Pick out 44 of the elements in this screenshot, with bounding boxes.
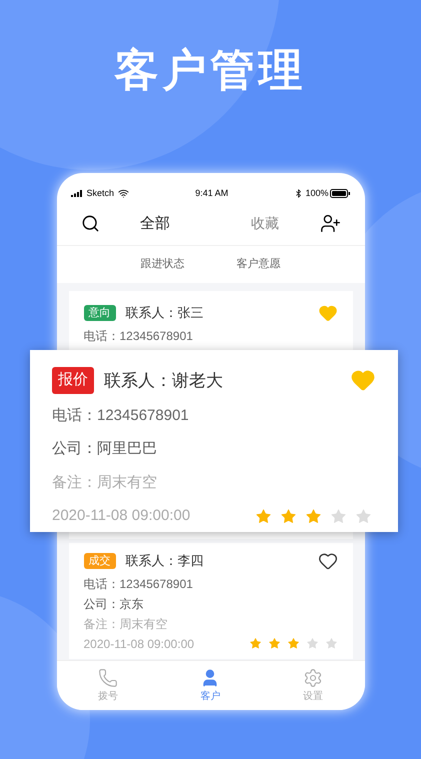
customer-card[interactable]: 成交 联系人：李四 电话：12345678901 公司：京东 备注：周末有空 2020-11-08 09:00:00 — [68, 542, 352, 658]
status-tag: 报价 — [52, 367, 94, 394]
battery-icon — [330, 189, 350, 198]
bluetooth-icon — [294, 189, 304, 198]
star-icon — [355, 508, 372, 525]
contact-name: 联系人：谢老大 — [104, 370, 223, 392]
star-icon — [305, 508, 322, 525]
favorite-icon[interactable] — [318, 550, 338, 570]
contact-name: 联系人：李四 — [126, 554, 204, 568]
note-text: 备注：周末有空 — [84, 616, 168, 630]
signal-icon — [70, 190, 82, 198]
star-icon — [255, 508, 272, 525]
phone-icon — [98, 668, 118, 688]
filter-button[interactable]: 跟进状态 — [140, 256, 184, 272]
star-icon — [286, 637, 300, 650]
date-time: 2020-11-08 09:00:00 — [84, 636, 194, 650]
note-text: 备注：周末有空 — [52, 472, 158, 492]
settings-icon — [303, 668, 324, 688]
contact-name: 联系人：张三 — [126, 306, 204, 320]
phone-text: 电话：12345678901 — [52, 406, 190, 426]
star-icon — [324, 637, 338, 650]
star-icon — [268, 637, 280, 650]
nav-item[interactable]: 客户 — [200, 668, 220, 704]
carrier-text: Sketch — [86, 187, 114, 200]
tab[interactable]: 收藏 — [251, 212, 279, 235]
status-tag: 成交 — [84, 552, 116, 568]
battery-text: 100% — [305, 187, 328, 200]
clock-text: 9:41 AM — [195, 187, 228, 200]
phone-text: 电话：12345678901 — [84, 576, 194, 590]
star-icon — [330, 508, 347, 525]
search-icon[interactable] — [80, 214, 100, 234]
star-icon — [280, 508, 297, 525]
add-user-icon[interactable] — [320, 213, 340, 234]
date-time: 2020-11-08 09:00:00 — [52, 506, 190, 526]
company-text: 公司：阿里巴巴 — [52, 439, 158, 459]
company-text: 公司：京东 — [84, 596, 144, 610]
page-title: 客户管理 — [114, 45, 306, 97]
tab[interactable]: 全部 — [140, 212, 170, 235]
star-icon — [248, 637, 262, 650]
status-tag: 意向 — [84, 304, 116, 320]
phone-text: 电话：12345678901 — [84, 328, 194, 342]
star-icon — [306, 637, 318, 650]
filter-button[interactable]: 客户意愿 — [236, 256, 280, 272]
customer-popup-dialog[interactable]: 报价 联系人：谢老大 电话：12345678901 公司：阿里巴巴 备注：周末有空 2020-11-08 09:00:00 — [30, 350, 398, 532]
